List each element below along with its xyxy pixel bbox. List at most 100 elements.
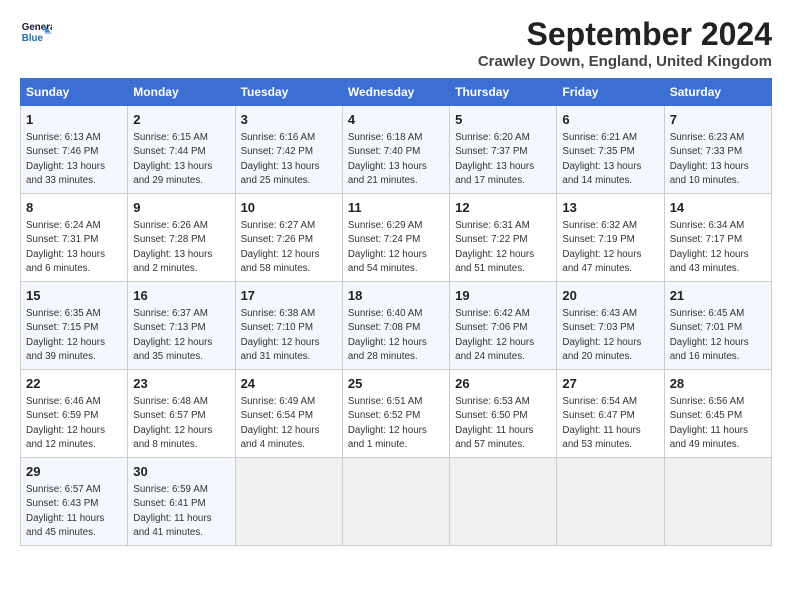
col-sunday: Sunday <box>21 79 128 106</box>
day-number: 3 <box>241 111 337 129</box>
table-row: 12Sunrise: 6:31 AMSunset: 7:22 PMDayligh… <box>450 194 557 282</box>
day-info: Sunrise: 6:34 AMSunset: 7:17 PMDaylight:… <box>670 219 766 276</box>
day-info: Sunrise: 6:15 AMSunset: 7:44 PMDaylight:… <box>133 131 229 188</box>
day-number: 21 <box>670 287 766 305</box>
day-number: 12 <box>455 199 551 217</box>
table-row: 30Sunrise: 6:59 AMSunset: 6:41 PMDayligh… <box>128 458 235 546</box>
table-row <box>235 458 342 546</box>
table-row: 3 Sunrise: 6:16 AMSunset: 7:42 PMDaylight… <box>235 106 342 194</box>
day-info: Sunrise: 6:56 AMSunset: 6:45 PMDaylight:… <box>670 395 766 452</box>
day-number: 14 <box>670 199 766 217</box>
table-row: 25 Sunrise: 6:51 AMSunset: 6:52 PMDayligh… <box>342 370 449 458</box>
day-info: Sunrise: 6:46 AMSunset: 6:59 PMDaylight:… <box>26 395 122 452</box>
day-info: Sunrise: 6:32 AMSunset: 7:19 PMDaylight:… <box>562 219 658 276</box>
col-thursday: Thursday <box>450 79 557 106</box>
table-row: 27Sunrise: 6:54 AMSunset: 6:47 PMDayligh… <box>557 370 664 458</box>
table-row: 22 Sunrise: 6:46 AMSunset: 6:59 PMDayligh… <box>21 370 128 458</box>
day-info: Sunrise: 6:37 AMSunset: 7:13 PMDaylight:… <box>133 307 229 364</box>
day-info: Sunrise: 6:57 AMSunset: 6:43 PMDaylight:… <box>26 483 122 540</box>
day-info: Sunrise: 6:43 AMSunset: 7:03 PMDaylight:… <box>562 307 658 364</box>
day-info: Sunrise: 6:16 AMSunset: 7:42 PMDaylight:… <box>241 131 337 188</box>
day-number: 15 <box>26 287 122 305</box>
table-row: 24 Sunrise: 6:49 AMSunset: 6:54 PMDayligh… <box>235 370 342 458</box>
day-info: Sunrise: 6:53 AMSunset: 6:50 PMDaylight:… <box>455 395 551 452</box>
calendar-week-row: 22 Sunrise: 6:46 AMSunset: 6:59 PMDayligh… <box>21 370 772 458</box>
day-number: 17 <box>241 287 337 305</box>
table-row <box>557 458 664 546</box>
table-row: 28Sunrise: 6:56 AMSunset: 6:45 PMDayligh… <box>664 370 771 458</box>
page-container: General Blue September 2024 Crawley Down… <box>0 0 792 556</box>
calendar-week-row: 8Sunrise: 6:24 AMSunset: 7:31 PMDaylight… <box>21 194 772 282</box>
day-info: Sunrise: 6:27 AMSunset: 7:26 PMDaylight:… <box>241 219 337 276</box>
table-row: 14 Sunrise: 6:34 AMSunset: 7:17 PMDayligh… <box>664 194 771 282</box>
month-title: September 2024 <box>478 16 772 53</box>
day-number: 20 <box>562 287 658 305</box>
day-number: 16 <box>133 287 229 305</box>
table-row: 9 Sunrise: 6:26 AMSunset: 7:28 PMDaylight… <box>128 194 235 282</box>
col-monday: Monday <box>128 79 235 106</box>
day-info: Sunrise: 6:20 AMSunset: 7:37 PMDaylight:… <box>455 131 551 188</box>
day-info: Sunrise: 6:23 AMSunset: 7:33 PMDaylight:… <box>670 131 766 188</box>
day-info: Sunrise: 6:59 AMSunset: 6:41 PMDaylight:… <box>133 483 229 540</box>
table-row: 29 Sunrise: 6:57 AMSunset: 6:43 PMDayligh… <box>21 458 128 546</box>
table-row <box>450 458 557 546</box>
day-number: 25 <box>348 375 444 393</box>
logo: General Blue <box>20 16 52 48</box>
col-tuesday: Tuesday <box>235 79 342 106</box>
day-number: 9 <box>133 199 229 217</box>
col-friday: Friday <box>557 79 664 106</box>
day-info: Sunrise: 6:13 AMSunset: 7:46 PMDaylight:… <box>26 131 122 188</box>
day-number: 29 <box>26 463 122 481</box>
table-row: 4 Sunrise: 6:18 AMSunset: 7:40 PMDaylight… <box>342 106 449 194</box>
day-number: 26 <box>455 375 551 393</box>
table-row: 11 Sunrise: 6:29 AMSunset: 7:24 PMDayligh… <box>342 194 449 282</box>
day-info: Sunrise: 6:29 AMSunset: 7:24 PMDaylight:… <box>348 219 444 276</box>
day-number: 6 <box>562 111 658 129</box>
calendar-header-row: Sunday Monday Tuesday Wednesday Thursday… <box>21 79 772 106</box>
table-row: 10 Sunrise: 6:27 AMSunset: 7:26 PMDayligh… <box>235 194 342 282</box>
day-info: Sunrise: 6:18 AMSunset: 7:40 PMDaylight:… <box>348 131 444 188</box>
table-row: 7 Sunrise: 6:23 AMSunset: 7:33 PMDaylight… <box>664 106 771 194</box>
table-row: 26 Sunrise: 6:53 AMSunset: 6:50 PMDayligh… <box>450 370 557 458</box>
table-row: 18 Sunrise: 6:40 AMSunset: 7:08 PMDayligh… <box>342 282 449 370</box>
calendar-week-row: 15 Sunrise: 6:35 AMSunset: 7:15 PMDayligh… <box>21 282 772 370</box>
col-wednesday: Wednesday <box>342 79 449 106</box>
day-number: 24 <box>241 375 337 393</box>
day-info: Sunrise: 6:26 AMSunset: 7:28 PMDaylight:… <box>133 219 229 276</box>
day-info: Sunrise: 6:45 AMSunset: 7:01 PMDaylight:… <box>670 307 766 364</box>
day-number: 10 <box>241 199 337 217</box>
location-title: Crawley Down, England, United Kingdom <box>478 53 772 70</box>
table-row: 23Sunrise: 6:48 AMSunset: 6:57 PMDayligh… <box>128 370 235 458</box>
table-row: 5 Sunrise: 6:20 AMSunset: 7:37 PMDaylight… <box>450 106 557 194</box>
day-info: Sunrise: 6:24 AMSunset: 7:31 PMDaylight:… <box>26 219 122 276</box>
table-row <box>664 458 771 546</box>
col-saturday: Saturday <box>664 79 771 106</box>
day-number: 5 <box>455 111 551 129</box>
day-number: 19 <box>455 287 551 305</box>
day-info: Sunrise: 6:40 AMSunset: 7:08 PMDaylight:… <box>348 307 444 364</box>
day-info: Sunrise: 6:42 AMSunset: 7:06 PMDaylight:… <box>455 307 551 364</box>
table-row: 16 Sunrise: 6:37 AMSunset: 7:13 PMDayligh… <box>128 282 235 370</box>
day-info: Sunrise: 6:49 AMSunset: 6:54 PMDaylight:… <box>241 395 337 452</box>
day-number: 18 <box>348 287 444 305</box>
day-info: Sunrise: 6:38 AMSunset: 7:10 PMDaylight:… <box>241 307 337 364</box>
day-number: 4 <box>348 111 444 129</box>
table-row: 6Sunrise: 6:21 AMSunset: 7:35 PMDaylight… <box>557 106 664 194</box>
day-info: Sunrise: 6:51 AMSunset: 6:52 PMDaylight:… <box>348 395 444 452</box>
table-row: 2Sunrise: 6:15 AMSunset: 7:44 PMDaylight… <box>128 106 235 194</box>
day-number: 7 <box>670 111 766 129</box>
table-row <box>342 458 449 546</box>
table-row: 13Sunrise: 6:32 AMSunset: 7:19 PMDayligh… <box>557 194 664 282</box>
table-row: 17 Sunrise: 6:38 AMSunset: 7:10 PMDayligh… <box>235 282 342 370</box>
day-number: 22 <box>26 375 122 393</box>
title-block: September 2024 Crawley Down, England, Un… <box>478 16 772 70</box>
table-row: 8Sunrise: 6:24 AMSunset: 7:31 PMDaylight… <box>21 194 128 282</box>
day-info: Sunrise: 6:35 AMSunset: 7:15 PMDaylight:… <box>26 307 122 364</box>
header: General Blue September 2024 Crawley Down… <box>20 16 772 70</box>
day-number: 11 <box>348 199 444 217</box>
svg-text:Blue: Blue <box>22 33 44 44</box>
calendar-week-row: 29 Sunrise: 6:57 AMSunset: 6:43 PMDayligh… <box>21 458 772 546</box>
day-number: 23 <box>133 375 229 393</box>
calendar-table: Sunday Monday Tuesday Wednesday Thursday… <box>20 78 772 546</box>
logo-icon: General Blue <box>20 16 52 48</box>
